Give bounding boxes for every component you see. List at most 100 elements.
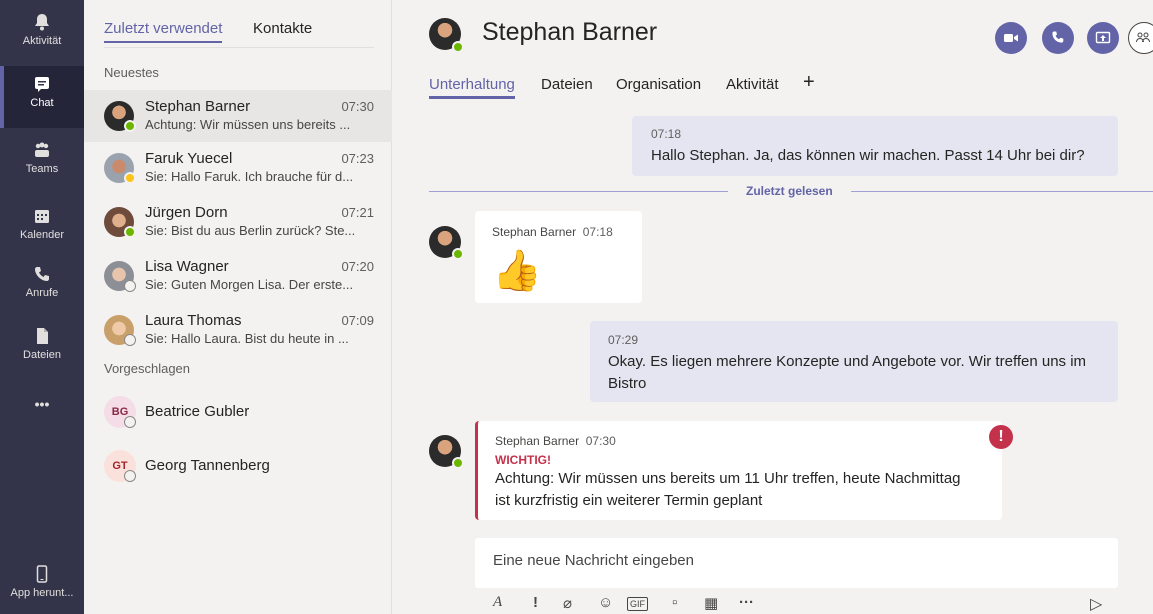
recent-heading: Neuestes [104,65,159,80]
rail-files[interactable]: Dateien [0,318,84,380]
chat-list-tabs: Zuletzt verwendet Kontakte [104,18,374,48]
tab-contacts[interactable]: Kontakte [253,20,312,37]
message-received-important[interactable]: Stephan Barner 07:30 WICHTIG! Achtung: W… [475,421,1002,520]
status-online-icon [124,226,136,238]
message-text: Okay. Es liegen mehrere Konzepte und Ang… [608,353,1087,370]
rail-calls[interactable]: Anrufe [0,256,84,318]
rail-label: Aktivität [22,35,62,47]
chat-icon [35,77,49,92]
message-sent[interactable]: 07:18 Hallo Stephan. Ja, das können wir … [632,116,1118,176]
mobile-icon [36,565,48,583]
message-sent[interactable]: 07:29 Okay. Es liegen mehrere Konzepte u… [590,321,1118,402]
chat-row[interactable]: Faruk Yuecel 07:23 Sie: Hallo Faruk. Ich… [84,142,392,194]
share-screen-icon [1095,31,1111,44]
gif-icon[interactable]: GIF [627,597,648,611]
add-people-button[interactable] [1128,22,1153,54]
chat-row[interactable]: Laura Thomas 07:09 Sie: Hallo Laura. Bis… [84,304,392,356]
files-icon [37,328,48,344]
phone-icon [35,267,49,281]
tab-recent[interactable]: Zuletzt verwendet [104,20,223,43]
rail-calendar[interactable]: Kalender [0,198,84,260]
chat-name: Laura Thomas [145,312,242,329]
chat-preview: Sie: Bist du aus Berlin zurück? Ste... [145,223,356,238]
attach-icon[interactable]: ⌀ [563,594,572,614]
add-people-icon [1136,32,1150,43]
add-tab-plus-icon[interactable]: + [803,71,815,94]
rail-label: App herunt... [10,587,74,599]
rail-label: Kalender [19,229,65,241]
video-call-button[interactable] [995,22,1027,54]
phone-icon [1052,31,1064,43]
conversation-title: Stephan Barner [482,18,658,46]
emoji-icon[interactable]: ☺ [598,594,613,614]
status-online-icon [124,120,136,132]
rail-label: Teams [25,163,59,175]
chat-time: 07:20 [341,259,374,274]
tab-activity[interactable]: Aktivität [726,76,779,93]
important-flag: WICHTIG! [495,453,551,467]
calendar-icon [35,210,49,223]
status-offline-icon [124,470,136,482]
important-message-icon[interactable]: ! [533,594,538,614]
last-read-label: Zuletzt gelesen [728,184,851,198]
suggested-row[interactable]: BG Beatrice Gubler [84,388,392,436]
rail-chat[interactable]: Chat [0,66,84,128]
schedule-meeting-icon[interactable]: ▦ [704,594,718,614]
message-meta: Stephan Barner 07:18 [492,221,642,243]
message-text: Achtung: Wir müssen uns bereits um 11 Uh… [495,470,961,487]
rail-activity[interactable]: Aktivität [0,4,84,66]
chat-list-pane: Zuletzt verwendet Kontakte Neuestes Step… [84,0,392,614]
chat-name: Stephan Barner [145,98,251,115]
conversation-pane: Stephan Barner Unterhaltung Dateien Orga… [393,0,1153,614]
message-sender: Stephan Barner [495,434,580,448]
status-online-icon [452,41,464,53]
status-online-icon [452,457,464,469]
chat-preview: Sie: Hallo Faruk. Ich brauche für d... [145,169,354,184]
format-icon[interactable]: A [493,594,502,614]
message-meta: Stephan Barner 07:30 [495,430,1002,452]
sticker-icon[interactable]: ▫ [672,594,677,614]
status-online-icon [452,248,464,260]
message-sender: Stephan Barner [492,225,577,239]
message-input[interactable] [493,552,1093,569]
message-time: 07:30 [585,434,616,448]
thumbs-up-emoji: 👍 [492,249,542,293]
more-icon: ••• [34,396,50,412]
message-time: 07:29 [608,333,639,347]
more-options-icon[interactable]: ··· [739,594,754,614]
video-icon [1004,34,1018,42]
share-screen-button[interactable] [1087,22,1119,54]
suggested-name: Georg Tannenberg [145,457,270,474]
message-time: 07:18 [651,127,682,141]
suggested-heading: Vorgeschlagen [104,361,191,376]
suggested-row[interactable]: GT Georg Tannenberg [84,442,392,490]
message-time: 07:18 [582,225,613,239]
chat-row[interactable]: Lisa Wagner 07:20 Sie: Guten Morgen Lisa… [84,250,392,302]
tab-conversation[interactable]: Unterhaltung [429,76,515,99]
teams-icon [35,142,49,157]
tab-files[interactable]: Dateien [541,76,593,93]
status-offline-icon [124,416,136,428]
send-icon[interactable]: ▷ [1090,594,1102,614]
suggested-name: Beatrice Gubler [145,403,250,420]
rail-more[interactable]: ••• [0,392,84,422]
chat-name: Lisa Wagner [145,258,229,275]
tab-organization[interactable]: Organisation [616,76,701,93]
chat-time: 07:09 [341,313,374,328]
audio-call-button[interactable] [1042,22,1074,54]
message-received[interactable]: Stephan Barner 07:18 👍 [475,211,642,303]
bell-icon [35,14,49,31]
compose-box[interactable] [475,538,1118,588]
rail-teams[interactable]: Teams [0,132,84,194]
message-text: Hallo Stephan. Ja, das können wir machen… [651,147,1085,164]
message-text: Bistro [608,375,647,392]
rail-download-app[interactable]: App herunt... [0,556,84,614]
chat-name: Jürgen Dorn [145,204,228,221]
chat-preview: Sie: Guten Morgen Lisa. Der erste... [145,277,354,292]
chat-row[interactable]: Stephan Barner 07:30 Achtung: Wir müssen… [84,90,392,142]
status-offline-icon [124,334,136,346]
rail-label: Chat [30,97,54,109]
chat-row[interactable]: Jürgen Dorn 07:21 Sie: Bist du aus Berli… [84,196,392,248]
message-text: ist kurzfristig ein weiterer Termin gepl… [495,492,763,509]
rail-label: Dateien [23,349,61,361]
